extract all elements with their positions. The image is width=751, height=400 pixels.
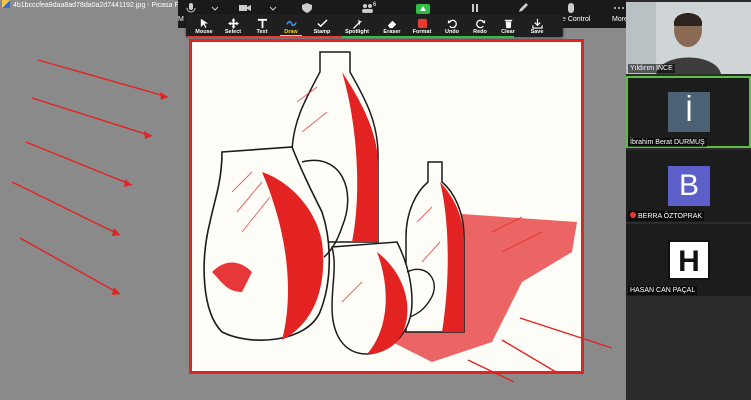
participant-avatar: H (668, 240, 710, 280)
shared-image-canvas[interactable] (189, 39, 584, 374)
color-swatch-icon (417, 18, 427, 29)
redo-icon (475, 19, 485, 29)
chevron-down-icon (211, 6, 219, 11)
tool-mouse-label: Mouse (195, 29, 213, 35)
video-options-button[interactable] (262, 2, 284, 14)
participant-name: İbrahim Berat DURMUŞ (628, 138, 707, 147)
remote-control-button[interactable] (560, 2, 582, 14)
participants-panel: Yıldırım İNCE İ İbrahim Berat DURMUŞ B B… (626, 0, 751, 400)
annotation-arrow (37, 59, 169, 98)
tool-spotlight-label: Spotlight (345, 29, 369, 35)
tool-eraser[interactable]: Eraser (378, 14, 406, 37)
tool-draw-label: Draw (284, 29, 298, 35)
participants-icon (362, 4, 373, 13)
more-dots-icon (614, 7, 624, 9)
annotation-arrow (19, 237, 121, 295)
eraser-icon (387, 20, 396, 29)
chevron-down-icon (269, 6, 277, 11)
tool-format[interactable]: Format (408, 14, 436, 37)
muted-mic-icon (630, 212, 636, 218)
annotation-toolbar: Mouse Select Text Draw Stamp Spotlight E… (186, 14, 563, 37)
mouse-icon (568, 3, 574, 13)
tool-select[interactable]: Select (220, 14, 246, 37)
picasa-app-icon (2, 0, 10, 8)
tool-eraser-label: Eraser (383, 29, 401, 35)
tool-undo[interactable]: Undo (440, 14, 464, 37)
microphone-icon (186, 3, 196, 13)
camera-icon (239, 5, 251, 11)
participant-tile-berra[interactable]: B BERRA ÖZTOPRAK (626, 150, 751, 222)
share-arrow-icon (416, 4, 430, 14)
video-button[interactable] (234, 2, 256, 14)
trash-icon (504, 19, 512, 29)
pencil-icon (519, 3, 528, 12)
text-icon (257, 18, 267, 29)
participant-tile-ibrahim[interactable]: İ İbrahim Berat DURMUŞ (626, 76, 751, 148)
annotate-button[interactable] (512, 2, 534, 14)
participant-tile-hasan[interactable]: H HASAN CAN PAÇAL (626, 224, 751, 296)
squiggle-icon (285, 20, 297, 27)
spotlight-icon (352, 18, 362, 29)
undo-icon (447, 19, 457, 29)
share-screen-button[interactable] (412, 2, 434, 14)
tool-stamp-label: Stamp (313, 29, 331, 35)
arrowhead (124, 179, 132, 187)
audio-options-button[interactable] (204, 2, 226, 14)
tool-mouse[interactable]: Mouse (190, 14, 218, 37)
participant-tile-video[interactable]: Yıldırım İNCE (626, 2, 751, 74)
annotation-arrow (11, 181, 121, 236)
participant-name: BERRA ÖZTOPRAK (638, 213, 703, 220)
tool-text[interactable]: Text (250, 14, 274, 37)
tool-stamp[interactable]: Stamp (308, 14, 336, 37)
participant-count: 6 (373, 2, 377, 8)
annotation-arrow (31, 97, 153, 137)
participant-name: Yıldırım İNCE (628, 64, 675, 73)
move-arrows-icon (227, 18, 239, 29)
mute-button[interactable] (180, 2, 202, 14)
tool-save[interactable]: Save (524, 14, 550, 37)
save-icon (531, 18, 543, 29)
pause-share-button[interactable] (464, 2, 486, 14)
participant-avatar: B (668, 166, 710, 206)
tool-format-label: Format (412, 29, 432, 35)
share-border-green (342, 36, 514, 38)
window-title: 4b1bcccfea9daa8ad78da0a2d7441192.jpg - P… (13, 2, 183, 9)
arrowhead (144, 131, 152, 139)
arrowheads (112, 92, 168, 295)
tool-text-label: Text (256, 29, 268, 35)
tool-redo[interactable]: Redo (468, 14, 492, 37)
share-border-red (187, 36, 343, 38)
tool-select-label: Select (224, 29, 242, 35)
tool-clear-label: Clear (501, 29, 515, 35)
annotation-arrow (25, 141, 133, 186)
tool-clear[interactable]: Clear (496, 14, 520, 37)
participant-avatar: İ (668, 92, 710, 132)
tool-redo-label: Redo (473, 29, 487, 35)
tool-draw[interactable]: Draw (278, 14, 304, 37)
mouse-pointer-icon (200, 18, 208, 29)
participant-name: HASAN CAN PAÇAL (628, 286, 698, 295)
checkmark-icon (316, 19, 328, 28)
arrowhead (112, 287, 120, 295)
security-button[interactable] (296, 2, 318, 14)
tool-save-label: Save (530, 29, 544, 35)
still-life-drawing (203, 51, 577, 362)
arrowhead (160, 92, 168, 100)
mute-label: M (178, 16, 184, 23)
window-title-bar: 4b1bcccfea9daa8ad78da0a2d7441192.jpg - P… (0, 0, 190, 12)
remote-control-label: e Control (562, 16, 591, 23)
arrowhead (112, 228, 120, 236)
pause-icon (472, 4, 478, 12)
shield-icon (302, 3, 312, 13)
participant-name-wrap: BERRA ÖZTOPRAK (628, 211, 705, 221)
tool-spotlight[interactable]: Spotlight (340, 14, 374, 37)
tool-undo-label: Undo (444, 29, 460, 35)
